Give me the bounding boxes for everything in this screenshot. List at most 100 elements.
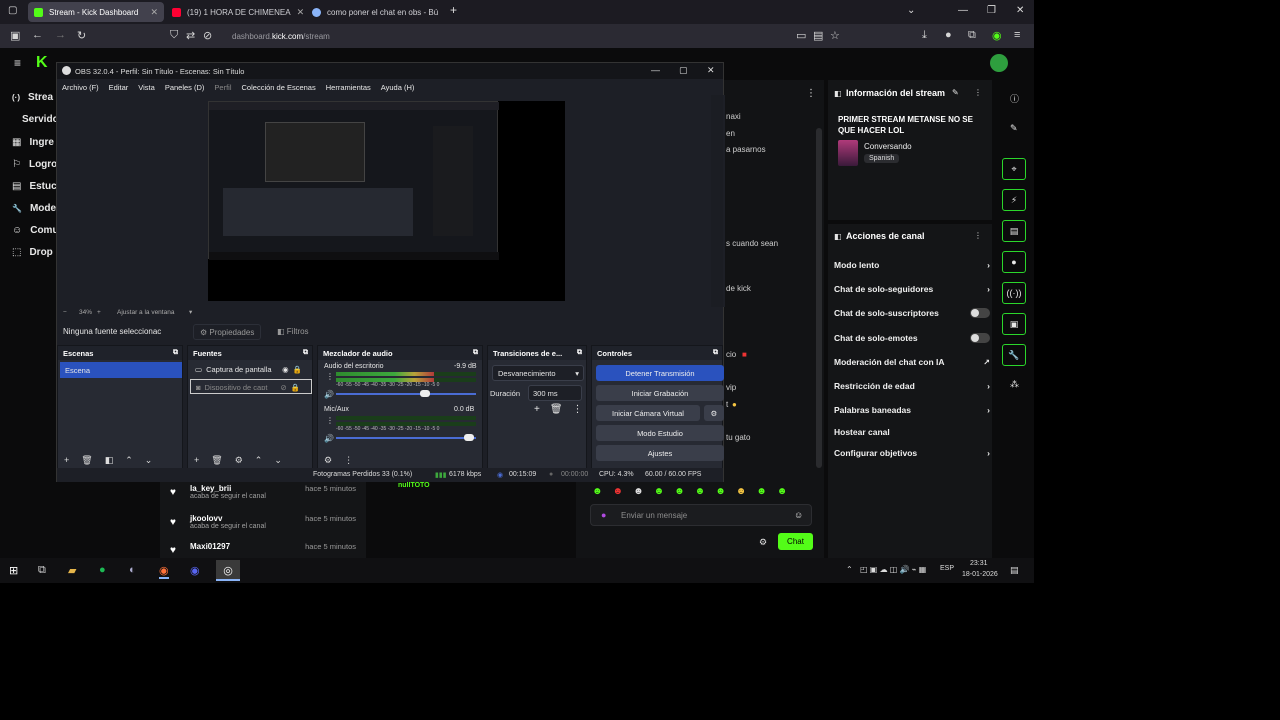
menu-herramientas[interactable]: Herramientas (326, 83, 371, 92)
undock-icon[interactable]: ⧉ (713, 349, 718, 357)
maximize-icon[interactable]: ▢ (679, 65, 688, 76)
chat-send-button[interactable]: Chat (778, 533, 813, 550)
source-item[interactable]: ▭ Captura de pantalla ◉ 🔒 (190, 362, 312, 377)
menu-paneles[interactable]: Paneles (D) (165, 83, 205, 92)
menu-editar[interactable]: Editar (109, 83, 129, 92)
filters-button[interactable]: ◧ Filtros (271, 324, 315, 340)
tray-expand-icon[interactable]: ⌃ (846, 565, 853, 574)
undock-icon[interactable]: ⧉ (577, 349, 582, 357)
preview-canvas[interactable] (208, 101, 565, 301)
task-view-icon[interactable]: ⧉ (38, 564, 46, 577)
scene-item[interactable]: Escena (60, 362, 182, 378)
advanced-audio-icon[interactable]: ⚙ (324, 455, 332, 466)
channel-menu-icon[interactable]: ⋮ (326, 416, 334, 425)
tab-kick-dashboard[interactable]: Stream - Kick Dashboard ✕ (28, 2, 164, 22)
action-slow-mode[interactable]: Modo lento › (834, 260, 990, 270)
community-icon[interactable]: ⁂ (1010, 379, 1019, 390)
avatar[interactable] (990, 54, 1008, 72)
chevron-down-icon[interactable]: ⌄ (274, 455, 282, 466)
menu-vista[interactable]: Vista (138, 83, 155, 92)
emote-icon[interactable]: ☻ (633, 486, 644, 500)
downloads-icon[interactable]: ⤓ (922, 29, 927, 42)
account-icon[interactable]: ● (945, 29, 952, 41)
firefox-icon[interactable]: ◉ (159, 564, 169, 579)
info-icon[interactable]: ⓘ (1010, 92, 1019, 105)
eye-icon[interactable]: ◉ (282, 365, 289, 374)
emote-icon[interactable]: ☻ (715, 486, 726, 500)
kick-extension-icon[interactable]: ◉ (992, 29, 1002, 42)
action-banned-words[interactable]: Palabras baneadas › (834, 405, 990, 415)
windows-start-icon[interactable]: ⊞ (9, 564, 18, 577)
zoom-out-icon[interactable]: − (63, 309, 67, 316)
action-emotes-only[interactable]: Chat de solo-emotes (834, 333, 990, 343)
studio-mode-button[interactable]: Modo Estudio (596, 425, 724, 441)
emote-icon[interactable]: ☻ (756, 486, 767, 500)
speaker-icon[interactable]: 🔊 (324, 390, 334, 399)
chevron-down-icon[interactable]: ⌄ (145, 455, 153, 466)
wrench-icon[interactable]: 🔧 (1002, 344, 1026, 366)
tab-google-search[interactable]: como poner el chat en obs - Bú ✕ (306, 2, 442, 22)
hamburger-icon[interactable]: ≡ (14, 56, 21, 70)
gear-icon[interactable]: ⚙ (235, 455, 243, 466)
action-host-channel[interactable]: Hostear canal (834, 427, 990, 437)
action-ai-moderation[interactable]: Moderación del chat con IA ↗ (834, 357, 990, 367)
transition-select[interactable]: Desvanecimiento ▾ (492, 365, 584, 381)
more-icon[interactable]: ⋮ (974, 231, 982, 240)
volume-slider[interactable] (336, 437, 476, 439)
emote-icon[interactable]: ☻ (674, 486, 685, 500)
undock-icon[interactable]: ⧉ (303, 349, 308, 357)
emote-icon[interactable]: ☻ (654, 486, 665, 500)
tray-icons[interactable]: ◰ ▣ ☁ ◫ 🔊 ⌁ ▦ (860, 565, 926, 574)
action-subscribers-only[interactable]: Chat de solo-suscriptores (834, 308, 990, 318)
zoom-dropdown-icon[interactable]: ▾ (189, 308, 192, 316)
add-icon[interactable]: + (194, 455, 199, 466)
stream-category[interactable]: Conversando (864, 142, 912, 151)
more-icon[interactable]: ⋮ (344, 455, 353, 466)
reader-icon[interactable]: ▤ (813, 29, 823, 42)
permissions-icon[interactable]: ⇄ (186, 29, 195, 42)
properties-button[interactable]: ⚙ Propiedades (193, 324, 262, 340)
menu-ayuda[interactable]: Ayuda (H) (381, 83, 415, 92)
emote-icon[interactable]: ☻ (695, 486, 706, 500)
layout-icon[interactable]: ▣ (1002, 313, 1026, 335)
lock-icon[interactable]: 🔒 (291, 383, 300, 392)
tab-dropdown-icon[interactable]: ⌄ (907, 5, 915, 16)
focus-icon[interactable]: ⌖ (1002, 158, 1026, 180)
action-followers-only[interactable]: Chat de solo-seguidores › (834, 284, 990, 294)
filter-icon[interactable]: ◧ (105, 455, 114, 466)
menu-icon[interactable]: ≡ (1014, 29, 1020, 41)
menu-perfil[interactable]: Perfil (214, 83, 231, 92)
emotes-only-toggle[interactable] (970, 333, 990, 343)
clock-date[interactable]: 18-01-2026 (962, 571, 998, 578)
notifications-icon[interactable]: ▤ (1010, 565, 1019, 576)
minimize-icon[interactable]: — (651, 65, 660, 75)
start-virtual-camera-button[interactable]: Iniciar Cámara Virtual (596, 405, 700, 421)
kick-logo[interactable]: K (36, 54, 48, 72)
sidebar-item-estudio[interactable]: ▤ Estuc (12, 181, 57, 192)
chevron-up-icon[interactable]: ⌃ (255, 455, 263, 466)
sidebar-item-moderacion[interactable]: 🔧 Mode (12, 203, 56, 214)
zoom-mode[interactable]: Ajustar a la ventana (117, 309, 174, 316)
trash-icon[interactable]: 🗑 (81, 455, 92, 466)
chat-more-icon[interactable]: ⋮ (806, 88, 816, 99)
shield-icon[interactable]: ⛉ (170, 29, 178, 42)
undock-icon[interactable]: ⧉ (173, 349, 178, 357)
trash-icon[interactable]: 🗑 (550, 404, 563, 415)
lock-icon[interactable]: 🔒 (293, 365, 302, 374)
tab-list-icon[interactable]: ▢ (8, 5, 17, 16)
chat-settings-icon[interactable]: ⚙ (759, 537, 767, 548)
channel-menu-icon[interactable]: ⋮ (326, 372, 334, 381)
sidebar-item-logros[interactable]: ⚐ Logro (12, 159, 57, 170)
minimize-icon[interactable]: — (958, 5, 968, 16)
broadcast-icon[interactable]: ((·)) (1002, 282, 1026, 304)
bookmark-star-icon[interactable]: ☆ (830, 29, 840, 42)
volume-slider-handle[interactable] (464, 434, 474, 441)
trash-icon[interactable]: 🗑 (211, 455, 222, 466)
source-item[interactable]: ◙ Dispositivo de capt ⊘ 🔒 (190, 379, 312, 394)
add-icon[interactable]: + (534, 404, 540, 415)
language-indicator[interactable]: ESP (940, 565, 954, 572)
sidebar-item-comunidad[interactable]: ☺ Comu (12, 225, 59, 236)
chat-bubble-icon[interactable]: ● (1002, 251, 1026, 273)
action-age-restriction[interactable]: Restricción de edad › (834, 381, 990, 391)
emote-icon[interactable]: ☻ (777, 486, 788, 500)
